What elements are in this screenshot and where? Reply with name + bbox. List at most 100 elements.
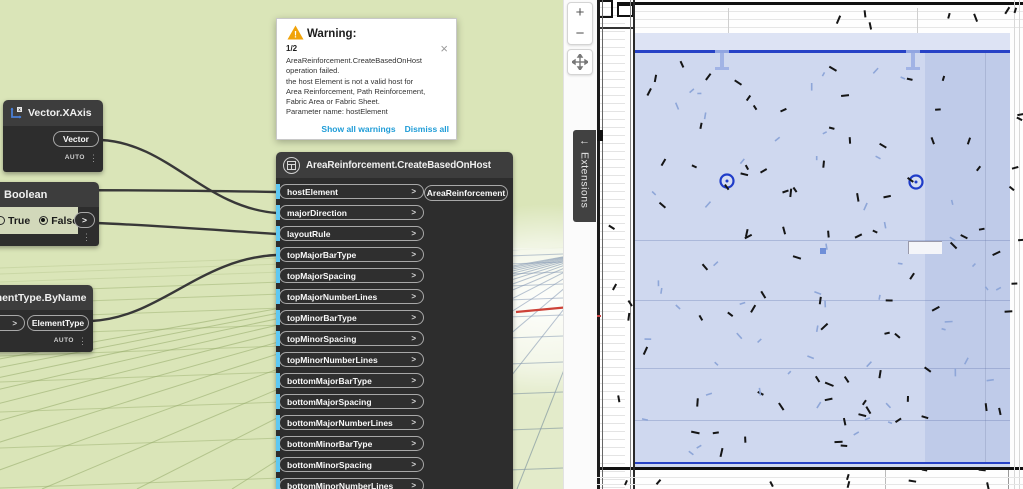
port-chevron-icon: > bbox=[411, 187, 416, 196]
rebar-marks-layer bbox=[608, 6, 1023, 489]
wire-layoutrule bbox=[93, 221, 279, 236]
side-panel-strip: + − ← Extensions bbox=[563, 0, 597, 489]
port-chevron-icon: > bbox=[411, 208, 416, 217]
zoom-controls: + − bbox=[567, 2, 593, 45]
node-boolean-header[interactable]: Boolean bbox=[0, 182, 99, 207]
port-row: majorDirection > bbox=[276, 205, 424, 220]
port-chevron-icon: > bbox=[411, 229, 416, 238]
node-areareinforcement-createbasedonhost[interactable]: AreaReinforcement.CreateBasedOnHost host… bbox=[276, 152, 513, 489]
scatter-marks bbox=[608, 6, 1023, 489]
node-vector-xaxis[interactable]: x Vector.XAxis Vector AUTO ⋮ bbox=[3, 100, 103, 172]
port-row: bottomMinorNumberLines > bbox=[276, 478, 424, 489]
input-port-topmajorbartype[interactable]: topMajorBarType > bbox=[279, 247, 424, 262]
input-port-list: hostElement > majorDirection > layoutRule > to… bbox=[276, 184, 424, 489]
port-chevron-icon: > bbox=[411, 376, 416, 385]
port-row: bottomMajorBarType > bbox=[276, 373, 424, 388]
context-dots-icon[interactable]: ⋮ bbox=[78, 336, 87, 345]
close-icon[interactable]: × bbox=[440, 42, 448, 55]
i-column-icon bbox=[715, 50, 920, 70]
node-title: Vector.XAxis bbox=[28, 107, 92, 119]
output-port-vector[interactable]: Vector bbox=[53, 131, 99, 147]
rebar-circle-icon bbox=[719, 173, 924, 190]
port-row: bottomMinorSpacing > bbox=[276, 457, 424, 472]
node-ar-header[interactable]: AreaReinforcement.CreateBasedOnHost bbox=[276, 152, 513, 178]
port-chevron-icon: > bbox=[12, 318, 17, 328]
extensions-tab[interactable]: ← Extensions bbox=[573, 130, 596, 222]
zoom-out-button[interactable]: − bbox=[576, 26, 585, 41]
port-chevron-icon: > bbox=[411, 355, 416, 364]
port-row: bottomMajorSpacing > bbox=[276, 394, 424, 409]
radio-false-circle[interactable] bbox=[39, 216, 49, 225]
context-dots-icon[interactable]: ⋮ bbox=[82, 233, 91, 242]
radio-false[interactable]: False bbox=[39, 215, 78, 227]
output-port-boolean[interactable]: > bbox=[74, 212, 95, 228]
app-window: x Vector.XAxis Vector AUTO ⋮ Boolean Tru… bbox=[0, 0, 1023, 489]
input-port-bottommajorbartype[interactable]: bottomMajorBarType > bbox=[279, 373, 424, 388]
port-chevron-icon: > bbox=[411, 313, 416, 322]
port-row: topMajorNumberLines > bbox=[276, 289, 424, 304]
node-elementtype-byname[interactable]: ElementType.ByName > ElementType AUTO ⋮ bbox=[0, 285, 93, 352]
revit-family-icon bbox=[283, 156, 300, 174]
show-all-warnings-link[interactable]: Show all warnings bbox=[321, 124, 395, 134]
port-chevron-icon: > bbox=[411, 250, 416, 259]
input-port-bottomminorbartype[interactable]: bottomMinorBarType > bbox=[279, 436, 424, 451]
port-row: layoutRule > bbox=[276, 226, 424, 241]
port-row: bottomMajorNumberLines > bbox=[276, 415, 424, 430]
port-row: topMajorSpacing > bbox=[276, 268, 424, 283]
lacing-label: AUTO bbox=[64, 154, 85, 161]
warning-popup: ! Warning: × 1/2 AreaReinforcement.Creat… bbox=[276, 18, 457, 140]
collapse-arrow-icon: ← bbox=[579, 135, 590, 147]
port-row: hostElement > bbox=[276, 184, 424, 199]
warning-icon: ! bbox=[287, 25, 304, 40]
input-port-name[interactable]: > bbox=[0, 315, 25, 331]
input-port-bottomminornumberlines[interactable]: bottomMinorNumberLines > bbox=[279, 478, 424, 489]
port-row: topMinorNumberLines > bbox=[276, 352, 424, 367]
blue-square-marker bbox=[820, 248, 826, 254]
port-chevron-icon: > bbox=[411, 397, 416, 406]
port-chevron-icon: > bbox=[411, 481, 416, 489]
input-port-majordirection[interactable]: majorDirection > bbox=[279, 205, 424, 220]
node-title: AreaReinforcement.CreateBasedOnHost bbox=[306, 159, 491, 171]
input-port-topminornumberlines[interactable]: topMinorNumberLines > bbox=[279, 352, 424, 367]
input-port-layoutrule[interactable]: layoutRule > bbox=[279, 226, 424, 241]
node-boolean[interactable]: Boolean True False > ⋮ bbox=[0, 182, 99, 246]
zoom-in-button[interactable]: + bbox=[576, 5, 585, 20]
warning-title: Warning: bbox=[307, 28, 357, 40]
extensions-label: Extensions bbox=[578, 152, 591, 209]
input-port-bottommajorspacing[interactable]: bottomMajorSpacing > bbox=[279, 394, 424, 409]
radio-true[interactable]: True bbox=[0, 215, 30, 227]
output-port-elementtype[interactable]: ElementType bbox=[27, 315, 89, 331]
node-title: ElementType.ByName bbox=[0, 291, 87, 304]
port-chevron-icon: > bbox=[411, 460, 416, 469]
warning-count: 1/2 bbox=[286, 44, 298, 53]
input-port-topminorbartype[interactable]: topMinorBarType > bbox=[279, 310, 424, 325]
input-port-bottomminorspacing[interactable]: bottomMinorSpacing > bbox=[279, 457, 424, 472]
node-vector-xaxis-header[interactable]: x Vector.XAxis bbox=[3, 100, 103, 126]
context-dots-icon[interactable]: ⋮ bbox=[89, 153, 98, 162]
lacing-label: AUTO bbox=[53, 337, 74, 344]
input-port-topmajorspacing[interactable]: topMajorSpacing > bbox=[279, 268, 424, 283]
input-port-hostelement[interactable]: hostElement > bbox=[279, 184, 424, 199]
port-chevron-icon: > bbox=[411, 292, 416, 301]
port-chevron-icon: > bbox=[411, 334, 416, 343]
input-port-topminorspacing[interactable]: topMinorSpacing > bbox=[279, 331, 424, 346]
node-title: Boolean bbox=[4, 188, 48, 201]
wire-majordirection bbox=[99, 138, 279, 215]
pan-button[interactable] bbox=[567, 49, 593, 75]
pan-icon bbox=[572, 54, 588, 70]
boolean-options: True False bbox=[0, 207, 79, 234]
radio-true-circle[interactable] bbox=[0, 216, 5, 225]
port-chevron-icon: > bbox=[411, 418, 416, 427]
port-row: topMinorSpacing > bbox=[276, 331, 424, 346]
node-elementtype-header[interactable]: ElementType.ByName bbox=[0, 285, 93, 310]
port-row: bottomMinorBarType > bbox=[276, 436, 424, 451]
port-row: topMinorBarType > bbox=[276, 310, 424, 325]
input-port-bottommajornumberlines[interactable]: bottomMajorNumberLines > bbox=[279, 415, 424, 430]
output-port-areareinforcement[interactable]: AreaReinforcement bbox=[424, 185, 508, 201]
port-chevron-icon: > bbox=[411, 271, 416, 280]
dismiss-all-link[interactable]: Dismiss all bbox=[405, 124, 449, 134]
revit-view[interactable] bbox=[597, 0, 1023, 489]
warning-message: AreaReinforcement.CreateBasedOnHost opera… bbox=[286, 56, 426, 117]
port-chevron-icon: > bbox=[411, 439, 416, 448]
input-port-topmajornumberlines[interactable]: topMajorNumberLines > bbox=[279, 289, 424, 304]
